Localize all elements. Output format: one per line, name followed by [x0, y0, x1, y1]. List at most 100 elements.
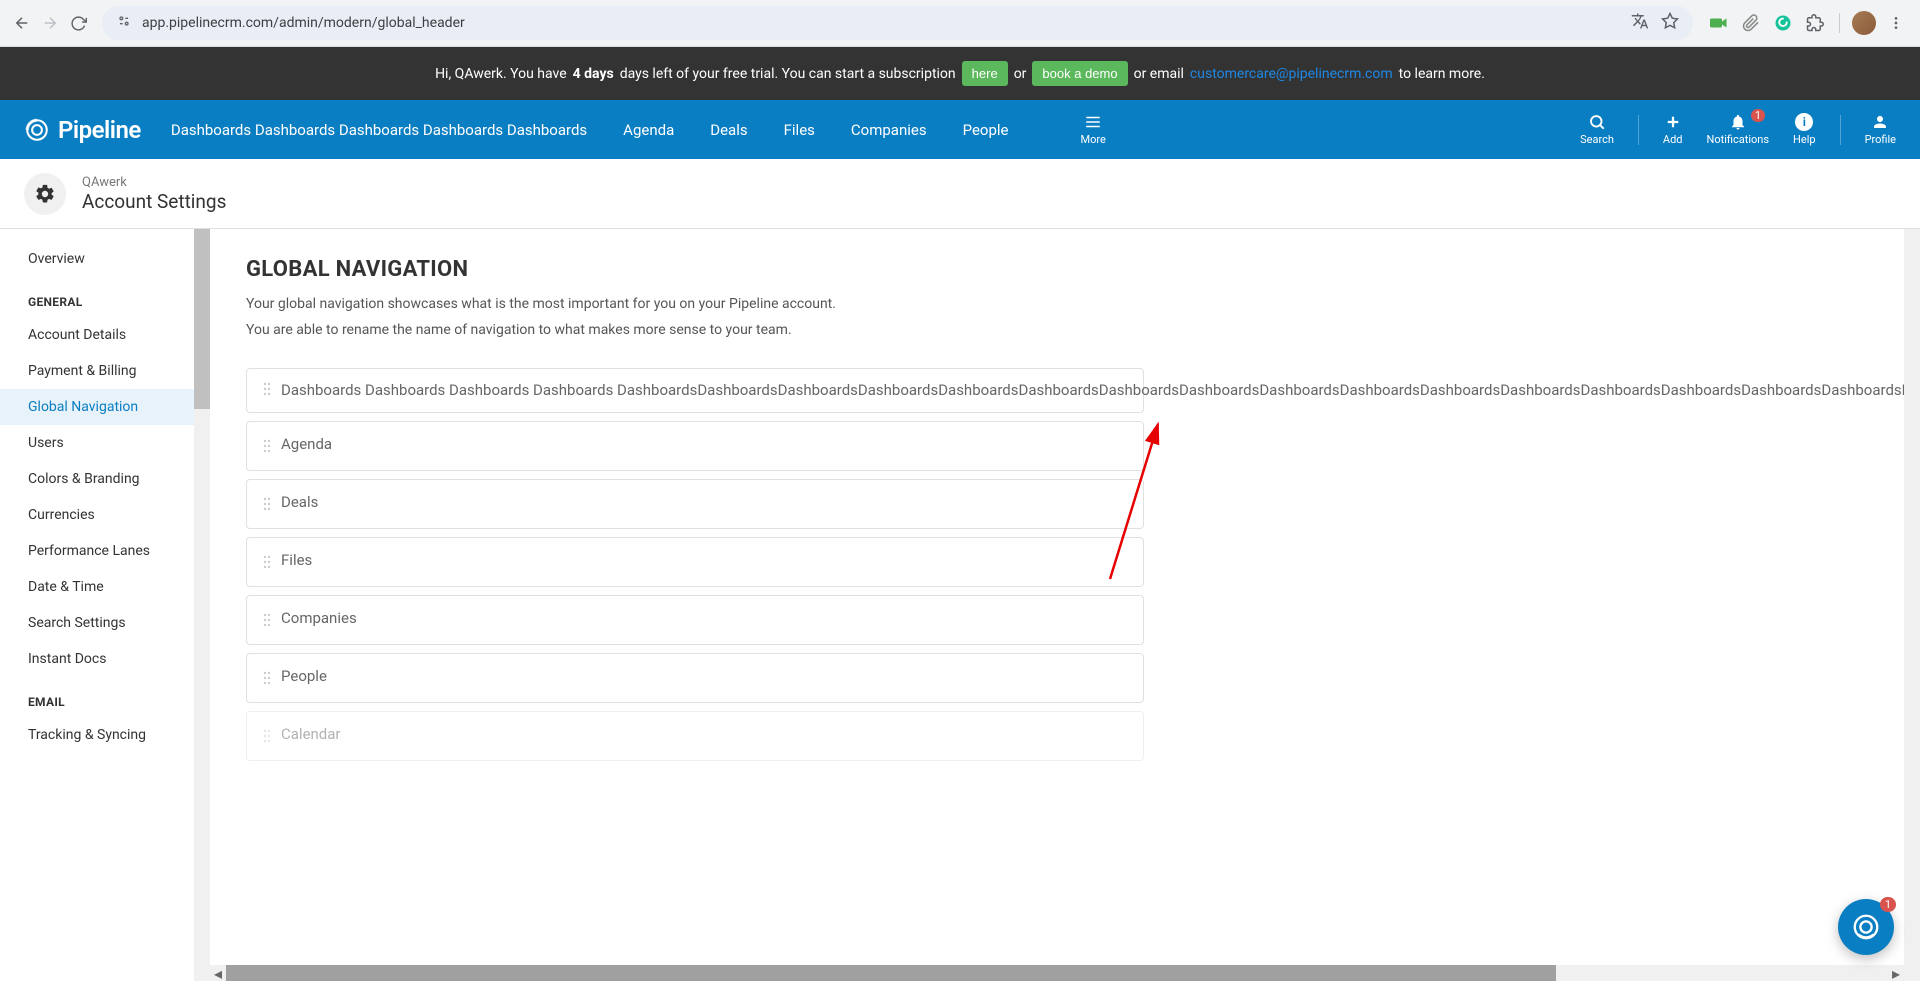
trial-learn-more: to learn more.: [1399, 66, 1485, 82]
sidebar-item-account-details[interactable]: Account Details: [0, 317, 210, 353]
nav-card-label: People: [281, 667, 327, 685]
browser-menu-icon[interactable]: [1884, 11, 1908, 35]
nav-more-button[interactable]: More: [1081, 113, 1106, 146]
browser-profile-avatar[interactable]: [1852, 11, 1876, 35]
trial-text-post: days left of your free trial. You can st…: [620, 66, 956, 82]
app-logo[interactable]: Pipeline: [24, 116, 141, 144]
nav-card-label: Companies: [281, 609, 357, 627]
sidebar-item-search-settings[interactable]: Search Settings: [0, 605, 210, 641]
nav-card-companies[interactable]: Companies: [246, 595, 1144, 645]
nav-help-label: Help: [1793, 133, 1816, 146]
nav-notifications-label: Notifications: [1706, 133, 1769, 146]
browser-back-button[interactable]: [8, 9, 36, 37]
nav-search[interactable]: Search: [1580, 113, 1614, 146]
browser-url-bar[interactable]: app.pipelinecrm.com/admin/modern/global_…: [102, 6, 1693, 40]
main-horizontal-scrollbar[interactable]: ◂ ▸: [210, 965, 1904, 981]
sidebar-scrollbar[interactable]: [194, 229, 210, 981]
nav-divider: [1840, 115, 1841, 145]
sidebar-item-global-navigation[interactable]: Global Navigation: [0, 389, 210, 425]
chat-badge: 1: [1880, 897, 1896, 912]
main-vertical-scrollbar[interactable]: [1904, 229, 1920, 965]
site-info-icon[interactable]: [116, 13, 132, 33]
trial-or-email: or email: [1134, 66, 1184, 82]
book-demo-button[interactable]: book a demo: [1032, 61, 1127, 86]
nav-card-label: Deals: [281, 493, 318, 511]
browser-forward-button[interactable]: [36, 9, 64, 37]
chat-icon: [1851, 912, 1881, 942]
nav-add-label: Add: [1663, 133, 1683, 146]
nav-notifications[interactable]: 1 Notifications: [1706, 113, 1769, 146]
scroll-left-arrow[interactable]: ◂: [210, 965, 226, 981]
nav-card-people[interactable]: People: [246, 653, 1144, 703]
nav-link-deals[interactable]: Deals: [710, 121, 747, 139]
nav-card-files[interactable]: Files: [246, 537, 1144, 587]
person-icon: [1871, 113, 1889, 131]
top-nav-links: Dashboards Dashboards Dashboards Dashboa…: [171, 113, 1106, 146]
browser-chrome: app.pipelinecrm.com/admin/modern/global_…: [0, 0, 1920, 47]
drag-handle-icon[interactable]: [263, 554, 271, 573]
search-icon: [1588, 113, 1606, 131]
bookmark-star-icon[interactable]: [1661, 12, 1679, 34]
main-area: GLOBAL NAVIGATION Your global navigation…: [210, 229, 1920, 981]
browser-reload-button[interactable]: [64, 9, 92, 37]
sidebar-item-performance-lanes[interactable]: Performance Lanes: [0, 533, 210, 569]
page-desc-2: You are able to rename the name of navig…: [246, 322, 1920, 338]
nav-card-dashboards[interactable]: Dashboards Dashboards Dashboards Dashboa…: [246, 368, 1144, 413]
app-name: Pipeline: [58, 116, 141, 144]
scroll-right-arrow[interactable]: ▸: [1888, 965, 1904, 981]
nav-link-agenda[interactable]: Agenda: [623, 121, 674, 139]
sidebar-item-overview[interactable]: Overview: [0, 241, 210, 277]
extension-grammarly-icon[interactable]: [1771, 11, 1795, 35]
subscribe-here-button[interactable]: here: [962, 61, 1008, 86]
trial-or: or: [1014, 66, 1027, 82]
sidebar-item-users[interactable]: Users: [0, 425, 210, 461]
nav-search-label: Search: [1580, 133, 1614, 146]
nav-divider: [1638, 115, 1639, 145]
info-icon: i: [1795, 113, 1813, 131]
browser-extensions: [1703, 11, 1912, 35]
drag-handle-icon[interactable]: [263, 381, 271, 400]
nav-help[interactable]: i Help: [1793, 113, 1816, 146]
pipeline-logo-icon: [24, 117, 50, 143]
sidebar-item-tracking-syncing[interactable]: Tracking & Syncing: [0, 717, 210, 753]
nav-link-people[interactable]: People: [963, 121, 1009, 139]
sidebar-item-colors-branding[interactable]: Colors & Branding: [0, 461, 210, 497]
extension-clip-icon[interactable]: [1739, 11, 1763, 35]
nav-card-label: Calendar: [281, 725, 341, 743]
settings-header-title: Account Settings: [82, 190, 226, 213]
nav-profile-label: Profile: [1865, 133, 1896, 146]
sidebar-item-currencies[interactable]: Currencies: [0, 497, 210, 533]
nav-link-dashboards[interactable]: Dashboards Dashboards Dashboards Dashboa…: [171, 121, 587, 139]
url-text: app.pipelinecrm.com/admin/modern/global_…: [142, 15, 465, 31]
nav-card-agenda[interactable]: Agenda: [246, 421, 1144, 471]
nav-card-calendar[interactable]: Calendar: [246, 711, 1144, 761]
drag-handle-icon[interactable]: [263, 496, 271, 515]
drag-handle-icon[interactable]: [263, 612, 271, 631]
sidebar-item-payment-billing[interactable]: Payment & Billing: [0, 353, 210, 389]
nav-card-label: Dashboards Dashboards Dashboards Dashboa…: [281, 379, 1920, 402]
nav-link-companies[interactable]: Companies: [851, 121, 927, 139]
nav-link-files[interactable]: Files: [784, 121, 815, 139]
nav-add[interactable]: Add: [1663, 113, 1683, 146]
drag-handle-icon[interactable]: [263, 728, 271, 747]
trial-days-bold: 4 days: [573, 66, 614, 82]
settings-header: QAwerk Account Settings: [0, 159, 1920, 229]
nav-card-deals[interactable]: Deals: [246, 479, 1144, 529]
drag-handle-icon[interactable]: [263, 670, 271, 689]
trial-text-pre: Hi, QAwerk. You have: [435, 66, 567, 82]
page-desc-1: Your global navigation showcases what is…: [246, 296, 1920, 312]
top-nav: Pipeline Dashboards Dashboards Dashboard…: [0, 100, 1920, 159]
bell-icon: [1729, 113, 1747, 131]
extension-camera-icon[interactable]: [1707, 11, 1731, 35]
translate-icon[interactable]: [1631, 12, 1649, 34]
drag-handle-icon[interactable]: [263, 438, 271, 457]
nav-card-label: Files: [281, 551, 312, 569]
settings-header-user: QAwerk: [82, 175, 226, 190]
nav-profile[interactable]: Profile: [1865, 113, 1896, 146]
sidebar: Overview GENERAL Account Details Payment…: [0, 229, 210, 981]
extensions-puzzle-icon[interactable]: [1803, 11, 1827, 35]
sidebar-item-instant-docs[interactable]: Instant Docs: [0, 641, 210, 677]
chat-button[interactable]: 1: [1838, 899, 1894, 955]
support-email-link[interactable]: customercare@pipelinecrm.com: [1190, 66, 1393, 82]
sidebar-item-date-time[interactable]: Date & Time: [0, 569, 210, 605]
